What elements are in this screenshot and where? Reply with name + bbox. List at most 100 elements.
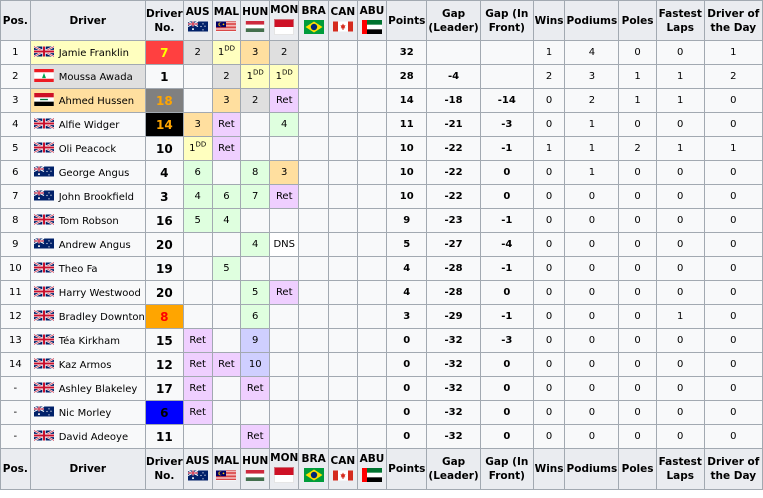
- gap-leader-cell: -32: [426, 352, 481, 377]
- points-cell: 3: [386, 304, 428, 329]
- race-result-cell: 7: [240, 184, 271, 209]
- race-result-cell: [356, 40, 388, 65]
- driver-number-cell: 1: [144, 64, 184, 89]
- race-result-cell: [240, 136, 271, 161]
- header-race-bra: BRA: [298, 448, 329, 490]
- driver-number-cell: 10: [144, 136, 184, 161]
- hungary-flag: [241, 469, 269, 485]
- australia-flag: [33, 405, 54, 420]
- driver-name: Andrew Angus: [58, 239, 131, 251]
- gap-front-cell: -1: [479, 304, 534, 329]
- fastest-laps-cell: 0: [655, 376, 705, 401]
- race-result-cell: 3: [182, 112, 213, 137]
- driver-number-cell: 20: [144, 280, 184, 305]
- race-result-cell: Ret: [182, 376, 213, 401]
- header-pos: Pos.: [0, 448, 31, 490]
- wins-cell: 0: [532, 160, 566, 185]
- australia-flag: [33, 165, 54, 180]
- race-result-cell: [356, 232, 388, 257]
- driver-cell: John Brookfield: [29, 184, 146, 209]
- fastest-laps-cell: 0: [655, 184, 705, 209]
- poles-cell: 1: [618, 88, 657, 113]
- podiums-cell: 0: [564, 232, 620, 257]
- driver-of-the-day-cell: 0: [703, 88, 763, 113]
- brazil-flag: [299, 468, 328, 486]
- table-row: 12 Bradley Downton 8 6 3 -29 -1 0 0 0 1 0: [0, 304, 763, 329]
- podiums-cell: 2: [564, 88, 620, 113]
- race-result-cell: [327, 256, 358, 281]
- driver-name: Oli Peacock: [58, 143, 117, 155]
- race-result: Ret: [189, 407, 206, 418]
- poles-cell: 0: [618, 112, 657, 137]
- race-result: 6: [194, 167, 201, 178]
- race-result-cell: [356, 352, 388, 377]
- race-result: Ret: [189, 335, 206, 346]
- podiums-cell: 0: [564, 304, 620, 329]
- race-result-cell: [182, 64, 213, 89]
- race-result-cell: [298, 400, 329, 425]
- gap-front-cell: 0: [479, 400, 534, 425]
- race-result-cell: [211, 400, 242, 425]
- gb-flag: [33, 309, 55, 324]
- driver-of-the-day-cell: 1: [703, 40, 763, 65]
- driver-of-the-day-cell: 0: [703, 304, 763, 329]
- driver-number-cell: 4: [144, 160, 184, 185]
- gap-leader-cell: -32: [426, 328, 481, 353]
- podiums-cell: 1: [564, 160, 620, 185]
- points-cell: 11: [386, 112, 428, 137]
- gap-leader-cell: -28: [426, 280, 481, 305]
- position-cell: 13: [0, 328, 31, 353]
- wins-cell: 0: [532, 424, 566, 449]
- race-result-cell: 4: [269, 112, 300, 137]
- gap-front-cell: 0: [479, 376, 534, 401]
- driver-cell: Kaz Armos: [29, 352, 146, 377]
- points-cell: 14: [386, 88, 428, 113]
- podiums-cell: 0: [564, 280, 620, 305]
- race-label: MAL: [213, 6, 240, 18]
- race-result-cell: 2: [182, 40, 213, 65]
- race-result-cell: [298, 160, 329, 185]
- driver-name: Ashley Blakeley: [58, 383, 138, 395]
- wins-cell: 2: [532, 64, 566, 89]
- podiums-cell: 0: [564, 208, 620, 233]
- race-result: 4: [281, 119, 288, 130]
- race-result-cell: [298, 304, 329, 329]
- header-driver: Driver: [29, 0, 146, 41]
- driver-of-the-day-cell: 0: [703, 256, 763, 281]
- australia-flag: [33, 237, 54, 252]
- race-result-cell: [269, 352, 300, 377]
- wins-cell: 0: [532, 304, 566, 329]
- race-result-cell: [327, 232, 358, 257]
- driver-of-day-marker: DD: [224, 44, 235, 53]
- driver-of-the-day-cell: 0: [703, 184, 763, 209]
- fastest-laps-cell: 1: [655, 64, 705, 89]
- table-row: 7 John Brookfield 3 4 6 7 Ret 10 -22 0 0 0 0 0 0: [0, 184, 763, 209]
- points-cell: 10: [386, 136, 428, 161]
- race-result-cell: 5: [182, 208, 213, 233]
- race-result: Ret: [275, 95, 293, 106]
- points-cell: 28: [386, 64, 428, 89]
- iraq-flag: [33, 92, 54, 109]
- race-label: ABU: [359, 453, 385, 465]
- race-result-cell: [327, 136, 358, 161]
- race-result-cell: [327, 208, 358, 233]
- race-result-cell: 2: [211, 64, 242, 89]
- points-cell: 10: [386, 184, 428, 209]
- race-result: 2: [194, 47, 201, 58]
- gb-flag: [33, 261, 55, 276]
- driver-cell: Oli Peacock: [29, 136, 146, 161]
- race-result: 4: [252, 239, 259, 250]
- race-result-cell: [298, 88, 329, 113]
- monaco-flag: [270, 18, 298, 39]
- table-row: 2 Moussa Awada 1 2 1DD 1DD 28 -4 2 3 1 1 2: [0, 64, 763, 89]
- gap-leader-cell: -18: [426, 88, 481, 113]
- race-label: CAN: [330, 454, 356, 467]
- header-driver-of-the-day: Driver of the Day: [703, 448, 763, 490]
- race-result: Ret: [246, 431, 264, 442]
- race-label: MAL: [213, 454, 240, 467]
- race-result-cell: DNS: [269, 232, 300, 257]
- race-result: Ret: [189, 359, 206, 370]
- race-result-cell: [269, 136, 300, 161]
- race-result-cell: [211, 304, 242, 329]
- gap-front-cell: -1: [479, 208, 534, 233]
